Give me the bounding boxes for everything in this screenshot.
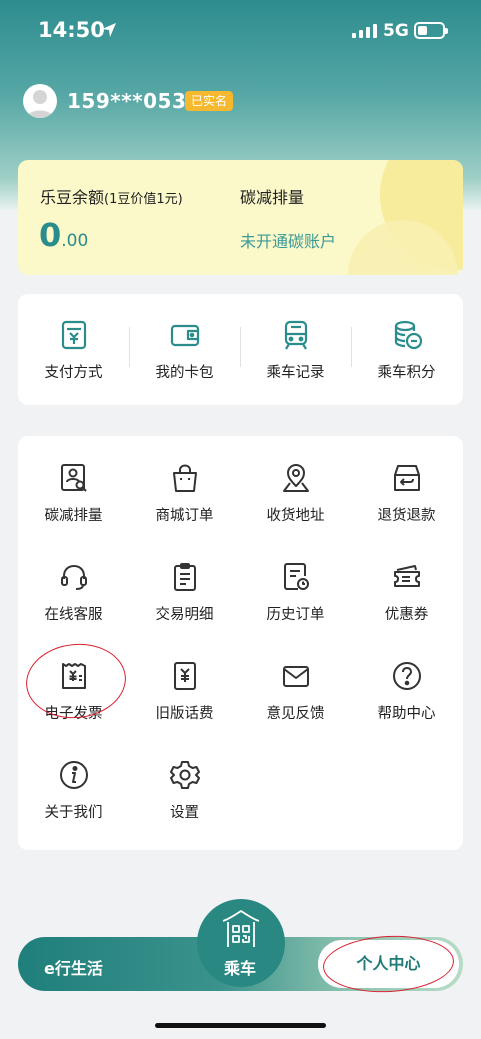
balance-card[interactable]: 乐豆余额(1豆价值1元) 0.00 碳减排量 未开通碳账户 [18,160,463,275]
balance-label: 乐豆余额(1豆价值1元) [40,188,183,207]
nav-e-life[interactable]: e行生活 [44,955,103,979]
balance-value: 0.00 [39,216,89,254]
service-settings[interactable]: 设置 [129,739,240,835]
history-order-icon [284,563,309,590]
user-phone[interactable]: 159***0533 [67,89,201,113]
network-type: 5G [383,21,409,41]
quick-payment-methods[interactable]: 支付方式 [18,294,129,405]
coins-icon [394,320,423,350]
clipboard-icon [174,563,196,591]
service-feedback[interactable]: 意见反馈 [240,640,351,736]
services-card: 碳减排量 商城订单 收货地址 退货退款 在线客服 交易明细 历史订单 优惠券 电… [18,436,463,850]
nav-personal-center[interactable]: 个人中心 [318,940,459,988]
settings-icon [170,761,200,789]
carbon-label: 碳减排量 [240,188,305,207]
invoice-icon [62,663,86,689]
quick-actions-card: 支付方式 我的卡包 乘车记录 乘车积分 [18,294,463,405]
location-icon [283,464,309,492]
verified-badge: 已实名 [185,91,234,111]
service-mall-orders[interactable]: 商城订单 [129,442,240,538]
service-online-support[interactable]: 在线客服 [18,541,129,637]
quick-ride-records[interactable]: 乘车记录 [240,294,351,405]
carbon-report-icon [61,464,87,492]
carbon-status-link[interactable]: 未开通碳账户 [240,228,336,252]
nav-ride[interactable]: 乘车 [224,955,256,979]
battery-icon [414,22,448,39]
service-return-refund[interactable]: 退货退款 [351,442,462,538]
service-about-us[interactable]: 关于我们 [18,739,129,835]
status-time: 14:50 [38,18,105,42]
service-coupons[interactable]: 优惠券 [351,541,462,637]
quick-my-cards[interactable]: 我的卡包 [129,294,240,405]
service-shipping-address[interactable]: 收货地址 [240,442,351,538]
payment-icon [61,320,87,350]
coupon-icon [394,565,420,587]
signal-icon [352,24,377,38]
phone-bill-icon [174,662,196,690]
quick-ride-points[interactable]: 乘车积分 [351,294,462,405]
refund-box-icon [394,465,420,491]
avatar-person-icon [27,90,53,118]
help-icon [393,662,421,690]
service-legacy-phone-bill[interactable]: 旧版话费 [129,640,240,736]
location-arrow-icon [102,23,116,37]
service-order-history[interactable]: 历史订单 [240,541,351,637]
train-icon [284,320,308,350]
service-carbon-report[interactable]: 碳减排量 [18,442,129,538]
shopping-bag-icon [173,464,197,492]
info-icon [60,761,88,789]
qr-pavilion-icon[interactable] [219,909,263,953]
avatar[interactable] [23,84,57,118]
service-help-center[interactable]: 帮助中心 [351,640,462,736]
headset-icon [61,565,87,590]
service-transactions[interactable]: 交易明细 [129,541,240,637]
wallet-icon [170,324,200,347]
service-e-invoice[interactable]: 电子发票 [18,640,129,736]
mail-icon [283,666,309,687]
home-indicator [155,1023,326,1028]
status-bar: 14:50 5G [0,0,481,60]
